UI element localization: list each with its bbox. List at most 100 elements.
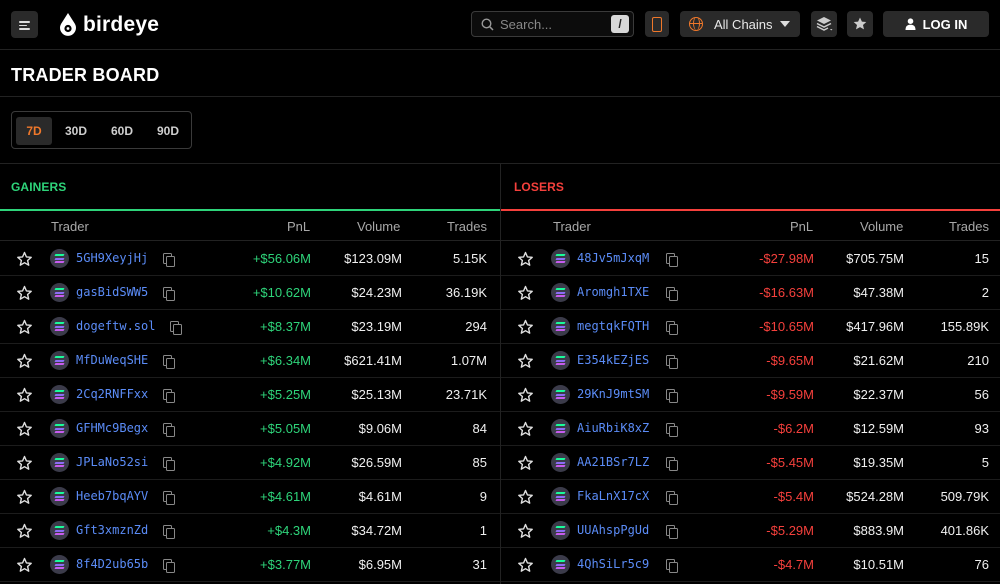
trader-address[interactable]: Gft3xmznZd (76, 523, 148, 537)
copy-icon[interactable] (666, 287, 678, 301)
trader-address[interactable]: AiuRbiK8xZ (577, 421, 649, 435)
copy-icon[interactable] (666, 559, 678, 573)
trader-address[interactable]: 5GH9XeyjHj (76, 251, 148, 265)
table-row[interactable]: AiuRbiK8xZ -$6.2M $12.59M 93 (501, 412, 1000, 446)
login-button[interactable]: LOG IN (883, 11, 989, 37)
trader-address[interactable]: megtqkFQTH (577, 319, 649, 333)
star-outline-icon[interactable] (16, 557, 33, 574)
menu-button[interactable] (11, 11, 38, 38)
copy-icon[interactable] (163, 253, 175, 267)
copy-icon[interactable] (163, 491, 175, 505)
trader-address[interactable]: dogeftw.sol (76, 319, 155, 333)
table-row[interactable]: 8f4D2ub65b +$3.77M $6.95M 31 (0, 548, 500, 582)
star-outline-icon[interactable] (517, 557, 534, 574)
table-row[interactable]: megtqkFQTH -$10.65M $417.96M 155.89K (501, 310, 1000, 344)
copy-icon[interactable] (163, 389, 175, 403)
table-row[interactable]: UUAhspPgUd -$5.29M $883.9M 401.86K (501, 514, 1000, 548)
trader-address[interactable]: JPLaNo52si (76, 455, 148, 469)
layers-button[interactable] (811, 11, 837, 37)
table-row[interactable]: 2Cq2RNFFxx +$5.25M $25.13M 23.71K (0, 378, 500, 412)
col-trades[interactable]: Trades (949, 219, 989, 234)
copy-icon[interactable] (163, 287, 175, 301)
star-outline-icon[interactable] (517, 285, 534, 302)
copy-icon[interactable] (666, 491, 678, 505)
trader-address[interactable]: 29KnJ9mtSM (577, 387, 649, 401)
trader-address[interactable]: 2Cq2RNFFxx (76, 387, 148, 401)
tab-30d[interactable]: 30D (56, 117, 96, 145)
copy-icon[interactable] (666, 321, 678, 335)
trader-address[interactable]: FkaLnX17cX (577, 489, 649, 503)
search-input[interactable] (500, 15, 600, 33)
star-outline-icon[interactable] (517, 251, 534, 268)
copy-icon[interactable] (666, 253, 678, 267)
copy-icon[interactable] (163, 525, 175, 539)
table-row[interactable]: FkaLnX17cX -$5.4M $524.28M 509.79K (501, 480, 1000, 514)
table-row[interactable]: Aromgh1TXE -$16.63M $47.38M 2 (501, 276, 1000, 310)
table-row[interactable]: 5GH9XeyjHj +$56.06M $123.09M 5.15K (0, 242, 500, 276)
trader-address[interactable]: MfDuWeqSHE (76, 353, 148, 367)
col-trades[interactable]: Trades (447, 219, 487, 234)
trader-address[interactable]: 48Jv5mJxqM (577, 251, 649, 265)
table-row[interactable]: E354kEZjES -$9.65M $21.62M 210 (501, 344, 1000, 378)
col-pnl[interactable]: PnL (287, 219, 310, 234)
trades-value: 5.15K (453, 251, 487, 266)
trader-address[interactable]: E354kEZjES (577, 353, 649, 367)
table-row[interactable]: AA21BSr7LZ -$5.45M $19.35M 5 (501, 446, 1000, 480)
trader-address[interactable]: 4QhSiLr5c9 (577, 557, 649, 571)
trader-address[interactable]: UUAhspPgUd (577, 523, 649, 537)
trader-address[interactable]: GFHMc9Begx (76, 421, 148, 435)
table-row[interactable]: 4QhSiLr5c9 -$4.7M $10.51M 76 (501, 548, 1000, 582)
star-outline-icon[interactable] (16, 387, 33, 404)
table-row[interactable]: 48Jv5mJxqM -$27.98M $705.75M 15 (501, 242, 1000, 276)
trader-address[interactable]: 8f4D2ub65b (76, 557, 148, 571)
search-box[interactable]: / (471, 11, 634, 37)
trader-address[interactable]: AA21BSr7LZ (577, 455, 649, 469)
tab-90d[interactable]: 90D (148, 117, 188, 145)
star-outline-icon[interactable] (16, 319, 33, 336)
star-outline-icon[interactable] (517, 319, 534, 336)
table-row[interactable]: GFHMc9Begx +$5.05M $9.06M 84 (0, 412, 500, 446)
col-volume[interactable]: Volume (860, 219, 903, 234)
star-outline-icon[interactable] (517, 489, 534, 506)
trader-address[interactable]: Heeb7bqAYV (76, 489, 148, 503)
tab-60d[interactable]: 60D (102, 117, 142, 145)
copy-icon[interactable] (666, 355, 678, 369)
table-row[interactable]: JPLaNo52si +$4.92M $26.59M 85 (0, 446, 500, 480)
star-outline-icon[interactable] (517, 353, 534, 370)
tab-7d[interactable]: 7D (16, 117, 52, 145)
trader-address[interactable]: gasBidSWW5 (76, 285, 148, 299)
star-outline-icon[interactable] (16, 285, 33, 302)
copy-icon[interactable] (163, 559, 175, 573)
trader-address[interactable]: Aromgh1TXE (577, 285, 649, 299)
copy-icon[interactable] (170, 321, 182, 335)
copy-icon[interactable] (666, 525, 678, 539)
star-outline-icon[interactable] (16, 421, 33, 438)
chain-selector[interactable]: All Chains (680, 11, 800, 37)
watchlist-button[interactable] (847, 11, 873, 37)
col-volume[interactable]: Volume (357, 219, 400, 234)
table-row[interactable]: dogeftw.sol +$8.37M $23.19M 294 (0, 310, 500, 344)
copy-icon[interactable] (163, 355, 175, 369)
star-outline-icon[interactable] (16, 353, 33, 370)
copy-icon[interactable] (666, 457, 678, 471)
table-row[interactable]: Gft3xmznZd +$4.3M $34.72M 1 (0, 514, 500, 548)
star-outline-icon[interactable] (517, 523, 534, 540)
copy-icon[interactable] (666, 423, 678, 437)
col-pnl[interactable]: PnL (790, 219, 813, 234)
copy-icon[interactable] (666, 389, 678, 403)
star-outline-icon[interactable] (517, 387, 534, 404)
star-outline-icon[interactable] (517, 455, 534, 472)
copy-icon[interactable] (163, 457, 175, 471)
copy-icon[interactable] (163, 423, 175, 437)
birdeye-logo[interactable]: birdeye (57, 11, 159, 39)
star-outline-icon[interactable] (16, 455, 33, 472)
star-outline-icon[interactable] (16, 489, 33, 506)
star-outline-icon[interactable] (16, 251, 33, 268)
table-row[interactable]: Heeb7bqAYV +$4.61M $4.61M 9 (0, 480, 500, 514)
star-outline-icon[interactable] (16, 523, 33, 540)
table-row[interactable]: 29KnJ9mtSM -$9.59M $22.37M 56 (501, 378, 1000, 412)
mobile-app-button[interactable] (645, 11, 669, 37)
star-outline-icon[interactable] (517, 421, 534, 438)
table-row[interactable]: MfDuWeqSHE +$6.34M $621.41M 1.07M (0, 344, 500, 378)
table-row[interactable]: gasBidSWW5 +$10.62M $24.23M 36.19K (0, 276, 500, 310)
